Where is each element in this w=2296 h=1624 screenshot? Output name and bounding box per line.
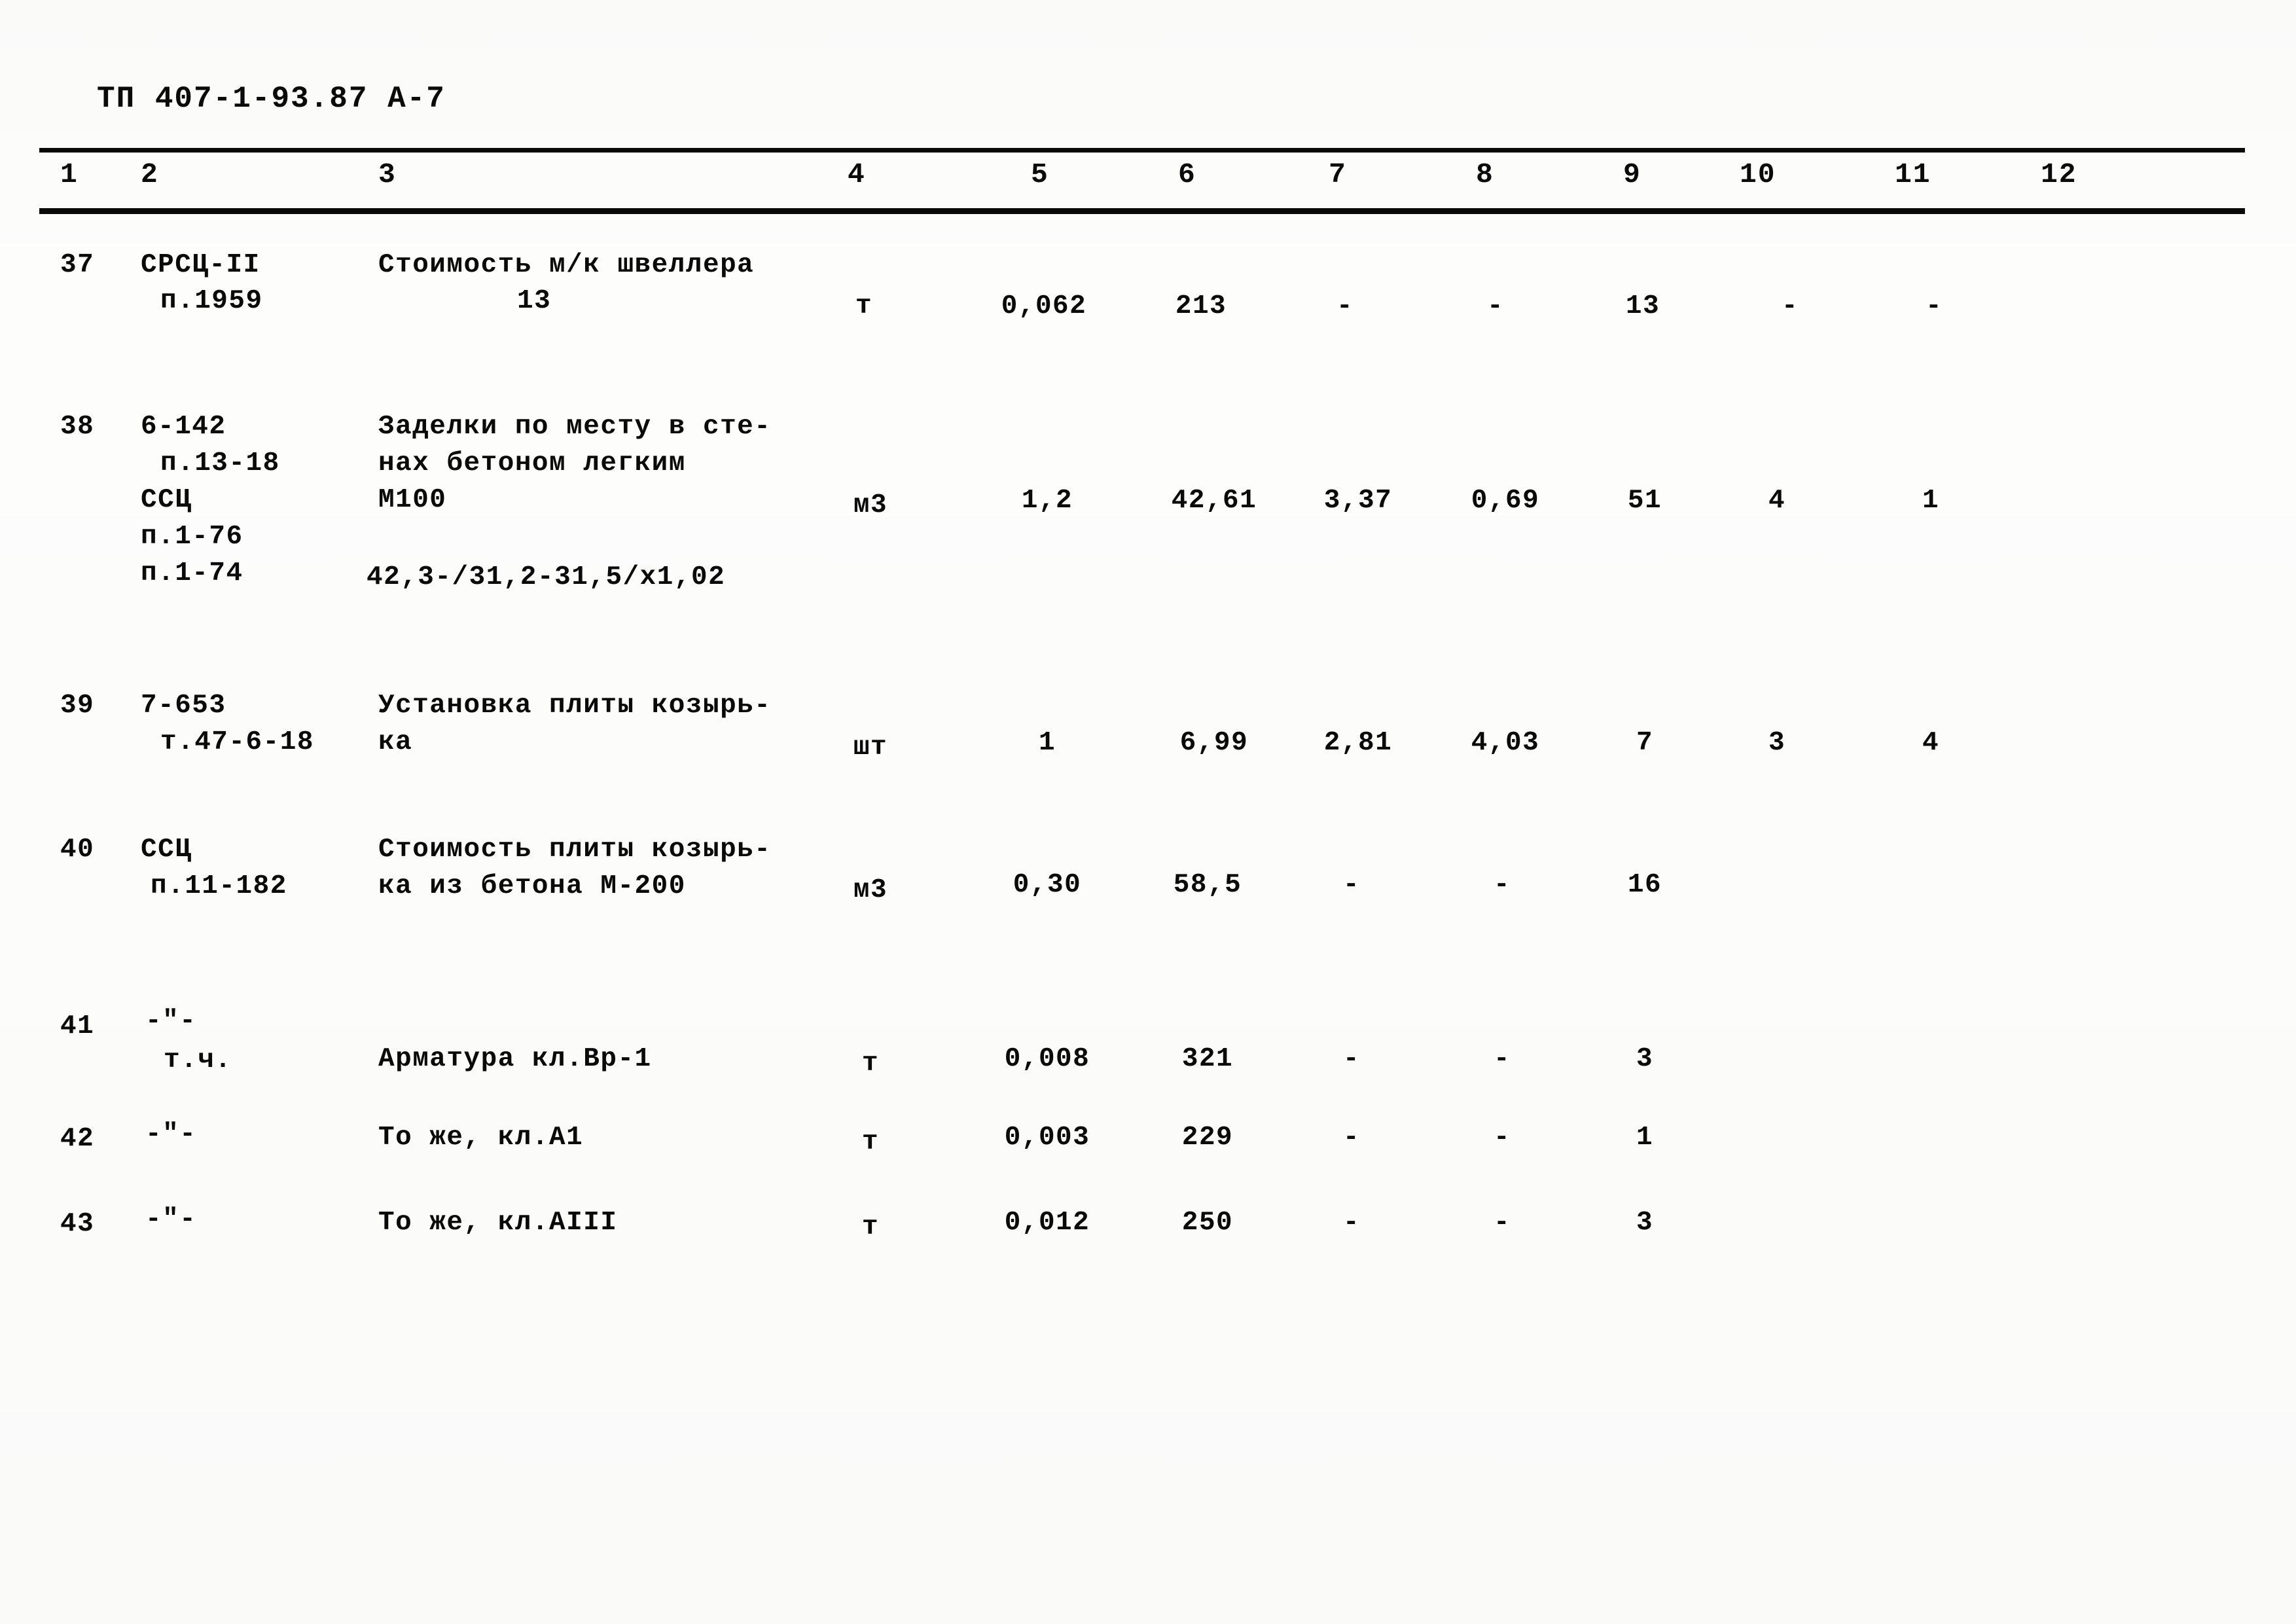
row-reference: п.1-76 xyxy=(141,522,243,552)
row-col9: 13 xyxy=(1625,291,1660,321)
row-col9: 51 xyxy=(1627,486,1662,516)
row-description: М100 xyxy=(378,485,447,515)
header-rule-top xyxy=(39,148,2245,153)
row-number: 41 xyxy=(60,1011,95,1041)
row-col6: 6,99 xyxy=(1179,728,1249,758)
row-col7: - xyxy=(1342,1044,1361,1074)
row-col8: - xyxy=(1493,870,1511,900)
row-col11: - xyxy=(1925,291,1943,321)
row-description: Арматура кл.Вр-1 xyxy=(378,1044,652,1074)
row-number: 39 xyxy=(60,691,95,721)
row-col5: 0,003 xyxy=(1004,1123,1090,1153)
row-col5: 1,2 xyxy=(1021,486,1073,516)
row-reference: 7-653 xyxy=(141,691,226,721)
column-header-5: 5 xyxy=(1031,158,1049,190)
row-description: Стоимость м/к швеллера xyxy=(378,250,755,280)
row-reference: т.47-6-18 xyxy=(160,727,314,757)
column-header-6: 6 xyxy=(1178,158,1196,190)
row-col7: - xyxy=(1342,1123,1361,1153)
row-reference: п.11-182 xyxy=(151,871,287,901)
column-header-2: 2 xyxy=(141,158,159,190)
row-col5: 0,062 xyxy=(1001,291,1087,321)
row-col6: 250 xyxy=(1181,1208,1234,1238)
row-col6: 229 xyxy=(1181,1123,1234,1153)
row-col8: - xyxy=(1493,1208,1511,1238)
row-col7: - xyxy=(1342,870,1361,900)
document-code: ТП 407-1-93.87 А-7 xyxy=(97,82,446,116)
row-reference: -"- xyxy=(145,1006,197,1036)
row-col6: 58,5 xyxy=(1173,870,1242,900)
row-col9: 16 xyxy=(1627,870,1662,900)
row-col6: 213 xyxy=(1175,291,1227,321)
row-description: То же, кл.АIII xyxy=(378,1208,618,1238)
column-header-3: 3 xyxy=(378,158,397,190)
row-col9: 7 xyxy=(1636,728,1654,758)
row-number: 40 xyxy=(60,835,95,865)
row-col8: - xyxy=(1493,1123,1511,1153)
column-header-8: 8 xyxy=(1476,158,1494,190)
row-number: 37 xyxy=(60,250,95,280)
row-unit: м3 xyxy=(853,490,888,520)
row-reference: -"- xyxy=(145,1204,197,1235)
row-col8: 4,03 xyxy=(1471,728,1540,758)
column-header-4: 4 xyxy=(848,158,866,190)
row-col6: 42,61 xyxy=(1171,486,1257,516)
row-description-formula: 42,3-/31,2-31,5/х1,02 xyxy=(367,562,726,592)
row-col11: 4 xyxy=(1922,728,1940,758)
column-header-1: 1 xyxy=(60,158,79,190)
column-header-11: 11 xyxy=(1895,158,1931,190)
row-reference: п.13-18 xyxy=(160,448,280,478)
column-header-9: 9 xyxy=(1623,158,1641,190)
row-number: 38 xyxy=(60,412,95,442)
row-reference: ССЦ xyxy=(141,485,192,515)
row-number: 43 xyxy=(60,1209,95,1239)
row-unit: шт xyxy=(853,732,888,763)
row-description: Заделки по месту в сте- xyxy=(378,412,772,442)
row-col10: - xyxy=(1781,291,1799,321)
column-header-10: 10 xyxy=(1740,158,1776,190)
row-unit: т xyxy=(861,1127,880,1157)
row-unit: т xyxy=(861,1212,880,1242)
row-description: 13 xyxy=(517,286,552,316)
row-col8: - xyxy=(1486,291,1505,321)
row-col10: 3 xyxy=(1768,728,1786,758)
row-description: ка xyxy=(378,727,413,757)
row-col11: 1 xyxy=(1922,486,1940,516)
row-unit: м3 xyxy=(853,875,888,905)
row-col7: - xyxy=(1336,291,1354,321)
row-number: 42 xyxy=(60,1124,95,1154)
row-col5: 0,30 xyxy=(1013,870,1082,900)
row-col9: 3 xyxy=(1636,1208,1654,1238)
row-col6: 321 xyxy=(1181,1044,1234,1074)
row-reference: ССЦ xyxy=(141,835,192,865)
row-description: нах бетоном легким xyxy=(378,448,686,478)
row-col8: 0,69 xyxy=(1471,486,1540,516)
row-col7: 3,37 xyxy=(1323,486,1393,516)
row-reference: п.1-74 xyxy=(141,558,243,588)
column-header-7: 7 xyxy=(1329,158,1347,190)
row-col8: - xyxy=(1493,1044,1511,1074)
row-unit: т xyxy=(855,291,873,321)
row-col5: 0,008 xyxy=(1004,1044,1090,1074)
document-page: ТП 407-1-93.87 А-7 1 2 3 4 5 6 7 8 9 10 … xyxy=(0,0,2296,1624)
row-unit: т xyxy=(861,1049,880,1079)
row-description: ка из бетона М-200 xyxy=(378,871,686,901)
column-header-12: 12 xyxy=(2041,158,2077,190)
row-reference: п.1959 xyxy=(160,286,263,316)
row-col7: - xyxy=(1342,1208,1361,1238)
header-rule-bottom xyxy=(39,208,2245,214)
row-reference: 6-142 xyxy=(141,412,226,442)
row-col5: 0,012 xyxy=(1004,1208,1090,1238)
row-reference: т.ч. xyxy=(164,1045,232,1075)
row-description: Установка плиты козырь- xyxy=(378,691,772,721)
row-description: Стоимость плиты козырь- xyxy=(378,835,772,865)
row-description: То же, кл.А1 xyxy=(378,1123,584,1153)
row-col5: 1 xyxy=(1038,728,1056,758)
row-reference: -"- xyxy=(145,1119,197,1149)
row-col7: 2,81 xyxy=(1323,728,1393,758)
row-reference: СРСЦ-II xyxy=(141,250,260,280)
row-col9: 3 xyxy=(1636,1044,1654,1074)
row-col9: 1 xyxy=(1636,1123,1654,1153)
row-col10: 4 xyxy=(1768,486,1786,516)
